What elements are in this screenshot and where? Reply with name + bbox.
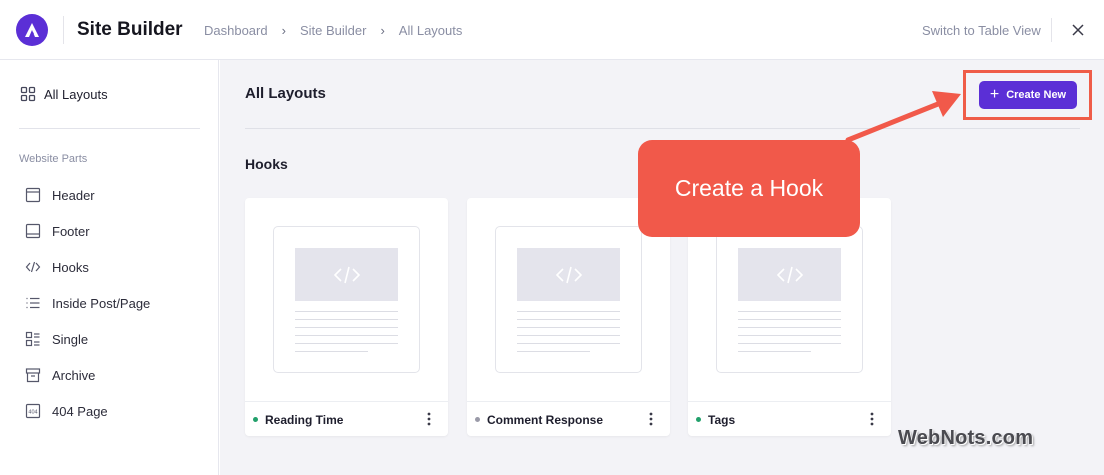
layout-name[interactable]: Reading Time bbox=[265, 413, 343, 427]
status-dot bbox=[253, 417, 258, 422]
code-icon bbox=[517, 248, 620, 301]
page-title: All Layouts bbox=[245, 85, 326, 102]
breadcrumb-site-builder[interactable]: Site Builder bbox=[300, 23, 366, 38]
breadcrumb: Dashboard › Site Builder › All Layouts bbox=[204, 23, 462, 38]
card-footer: Comment Response bbox=[467, 401, 670, 436]
sidebar-item-label: Inside Post/Page bbox=[52, 295, 151, 311]
archive-icon bbox=[25, 368, 41, 383]
status-dot bbox=[475, 417, 480, 422]
layout-preview bbox=[495, 226, 642, 373]
more-options-icon[interactable] bbox=[427, 412, 431, 426]
close-icon[interactable] bbox=[1070, 22, 1086, 38]
breadcrumb-dashboard[interactable]: Dashboard bbox=[204, 23, 268, 38]
sidebar-item-label: Header bbox=[52, 187, 95, 203]
more-options-icon[interactable] bbox=[649, 412, 653, 426]
app-title: Site Builder bbox=[77, 19, 183, 40]
404-icon: 404 bbox=[25, 403, 41, 419]
card-footer: Reading Time bbox=[245, 401, 448, 436]
section-title-hooks: Hooks bbox=[245, 156, 288, 172]
sidebar-item-label: Hooks bbox=[52, 259, 89, 275]
top-bar: Site Builder Dashboard › Site Builder › … bbox=[0, 0, 1104, 60]
status-dot bbox=[696, 417, 701, 422]
annotation-callout: Create a Hook bbox=[638, 140, 860, 237]
main-content: All Layouts + Create New Hooks Reading T… bbox=[220, 60, 1104, 475]
sidebar-item-all-layouts[interactable]: All Layouts bbox=[20, 86, 108, 102]
create-new-label: Create New bbox=[1006, 89, 1067, 101]
sidebar-divider bbox=[19, 128, 200, 129]
layout-card[interactable]: Comment Response bbox=[467, 198, 670, 436]
switch-to-table-view-link[interactable]: Switch to Table View bbox=[922, 23, 1041, 38]
sidebar-item-single[interactable]: Single bbox=[25, 331, 88, 347]
chevron-right-icon: › bbox=[281, 23, 286, 38]
sidebar-item-hooks[interactable]: Hooks bbox=[25, 259, 89, 275]
list-icon bbox=[26, 297, 40, 309]
sidebar: All Layouts Website Parts Header Footer … bbox=[0, 60, 219, 475]
single-icon bbox=[25, 331, 40, 347]
sidebar-item-label: Single bbox=[52, 331, 89, 347]
code-icon bbox=[295, 248, 398, 301]
more-options-icon[interactable] bbox=[870, 412, 874, 426]
layout-preview bbox=[716, 226, 863, 373]
sidebar-item-label: Archive bbox=[52, 367, 96, 383]
footer-icon bbox=[25, 223, 41, 239]
layout-preview bbox=[273, 226, 420, 373]
sidebar-item-inside-post-page[interactable]: Inside Post/Page bbox=[25, 295, 150, 311]
code-icon bbox=[25, 261, 41, 273]
chevron-right-icon: › bbox=[380, 23, 385, 38]
header-divider bbox=[1051, 18, 1052, 42]
breadcrumb-all-layouts[interactable]: All Layouts bbox=[399, 23, 463, 38]
layout-name[interactable]: Tags bbox=[708, 413, 735, 427]
code-icon bbox=[738, 248, 841, 301]
create-new-button[interactable]: + Create New bbox=[979, 81, 1077, 109]
svg-text:404: 404 bbox=[28, 410, 37, 416]
sidebar-item-header[interactable]: Header bbox=[25, 187, 95, 203]
sidebar-item-footer[interactable]: Footer bbox=[25, 223, 90, 239]
card-footer: Tags bbox=[688, 401, 891, 436]
header-icon bbox=[25, 187, 41, 203]
sidebar-item-404-page[interactable]: 404 404 Page bbox=[25, 403, 108, 419]
header-divider bbox=[63, 16, 64, 44]
watermark: WebNots.com bbox=[898, 427, 1034, 449]
layout-card[interactable]: Reading Time bbox=[245, 198, 448, 436]
sidebar-item-label: All Layouts bbox=[44, 86, 108, 102]
sidebar-item-label: 404 Page bbox=[52, 403, 108, 419]
sidebar-item-archive[interactable]: Archive bbox=[25, 367, 95, 383]
sidebar-section-label: Website Parts bbox=[19, 153, 88, 165]
layout-name[interactable]: Comment Response bbox=[487, 413, 603, 427]
content-divider bbox=[245, 128, 1080, 129]
grid-icon bbox=[20, 86, 36, 102]
sidebar-item-label: Footer bbox=[52, 223, 90, 239]
plus-icon: + bbox=[989, 86, 1000, 103]
astra-logo-icon[interactable] bbox=[16, 14, 48, 46]
